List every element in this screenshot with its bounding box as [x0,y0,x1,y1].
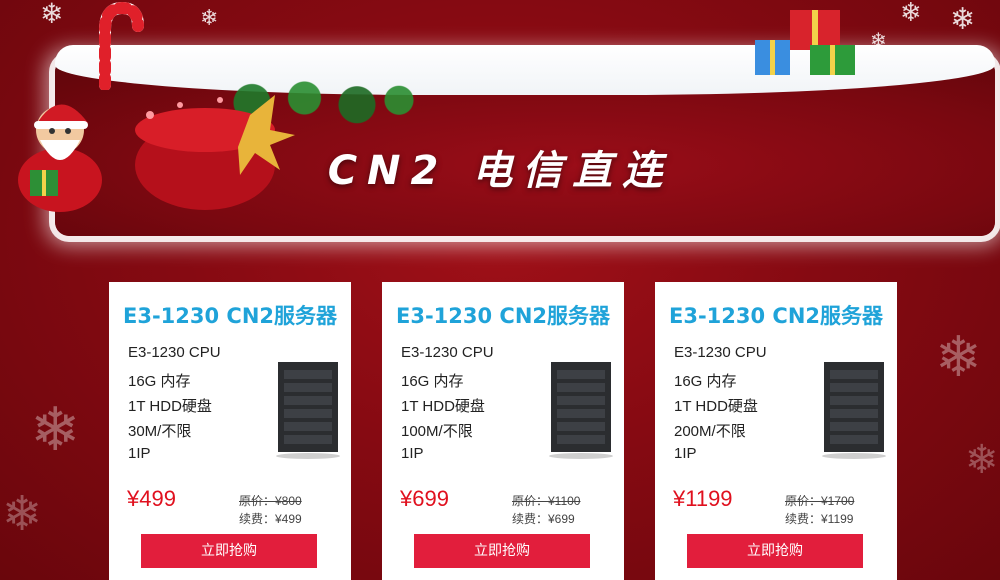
renewal-price: 续费：¥699 [512,512,575,526]
card-title: E3-1230 CN2服务器 [122,304,338,328]
price: ¥499 [127,486,176,511]
buy-now-button[interactable]: 立即抢购 [141,534,317,568]
snowflake-icon: ❄ [950,2,976,37]
original-price: 原价：¥800 [239,494,302,508]
spec-ip: 1IP [128,445,151,462]
snowflake-icon: ❄ [965,437,999,483]
spec-disk: 1T HDD硬盘 [401,398,485,415]
server-rack-icon [822,362,886,459]
card-title: E3-1230 CN2服务器 [668,304,884,328]
renewal-price: 续费：¥1199 [785,512,854,526]
snowflake-icon: ❄ [30,395,81,465]
gift-icon [755,10,855,75]
snowflake-icon: ❄ [200,6,219,31]
server-rack-icon [276,362,340,459]
gift-icon [135,95,295,210]
spec-disk: 1T HDD硬盘 [128,398,212,415]
spec-bandwidth: 30M/不限 [128,423,192,440]
buy-now-button[interactable]: 立即抢购 [414,534,590,568]
snowflake-icon: ❄ [40,0,64,30]
spec-cpu: E3-1230 CPU [674,344,767,361]
snowflake-icon: ❄ [900,0,922,28]
spec-bandwidth: 100M/不限 [401,423,473,440]
snowflake-icon: ❄ [2,486,43,542]
santa-icon [18,104,102,212]
server-rack-icon [549,362,613,459]
renewal-price: 续费：¥499 [239,512,302,526]
card-title: E3-1230 CN2服务器 [395,304,611,328]
buy-now-button[interactable]: 立即抢购 [687,534,863,568]
spec-cpu: E3-1230 CPU [401,344,494,361]
product-card: E3-1230 CN2服务器 E3-1230 CPU 16G 内存 1T HDD… [382,282,624,580]
price: ¥1199 [673,486,733,511]
original-price: 原价：¥1100 [512,494,581,508]
spec-disk: 1T HDD硬盘 [674,398,758,415]
product-card: E3-1230 CN2服务器 E3-1230 CPU 16G 内存 1T HDD… [655,282,897,580]
spec-memory: 16G 内存 [401,373,464,390]
spec-memory: 16G 内存 [674,373,737,390]
product-card: E3-1230 CN2服务器 E3-1230 CPU 16G 内存 1T HDD… [109,282,351,580]
original-price: 原价：¥1700 [785,494,855,508]
snowflake-icon: ❄ [935,325,982,390]
spec-ip: 1IP [401,445,424,462]
price: ¥699 [400,486,449,511]
spec-memory: 16G 内存 [128,373,191,390]
spec-ip: 1IP [674,445,697,462]
spec-bandwidth: 200M/不限 [674,423,746,440]
spec-cpu: E3-1230 CPU [128,344,221,361]
candy-cane-icon [99,1,144,90]
